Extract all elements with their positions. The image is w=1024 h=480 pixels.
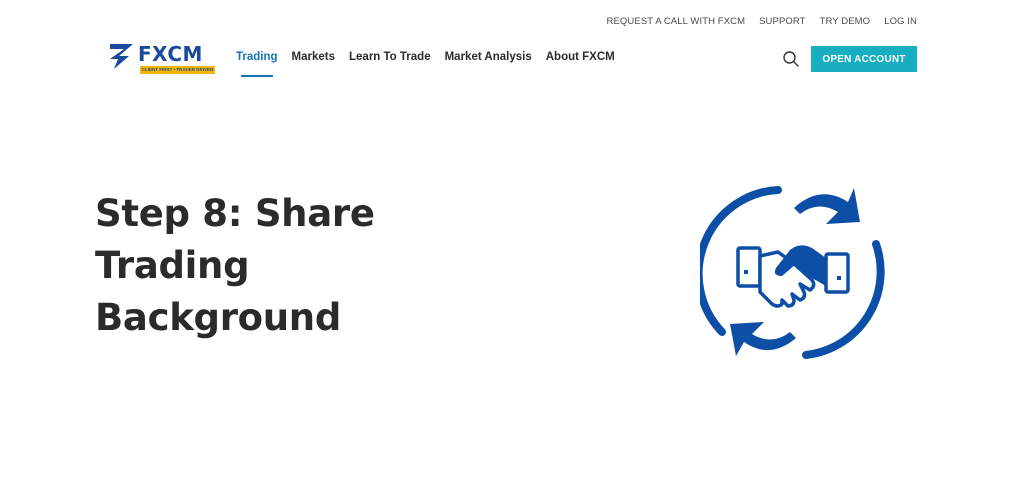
search-icon xyxy=(783,51,799,67)
open-account-button[interactable]: OPEN ACCOUNT xyxy=(811,46,917,72)
try-demo-link[interactable]: TRY DEMO xyxy=(820,16,871,27)
request-call-link[interactable]: REQUEST A CALL WITH FXCM xyxy=(607,16,746,27)
handshake-exchange-icon xyxy=(700,186,885,359)
log-in-link[interactable]: LOG IN xyxy=(884,16,917,27)
fxcm-logo[interactable]: FXCM CLIENT FIRST • TRADER DRIVEN xyxy=(107,41,217,75)
nav-item-trading[interactable]: Trading xyxy=(236,51,278,77)
logo-tagline: CLIENT FIRST • TRADER DRIVEN xyxy=(140,66,215,74)
nav-item-learn-to-trade[interactable]: Learn To Trade xyxy=(349,51,431,63)
search-button[interactable] xyxy=(782,50,800,68)
fxcm-logo-mark-icon xyxy=(110,44,133,69)
page: REQUEST A CALL WITH FXCM SUPPORT TRY DEM… xyxy=(0,0,1024,480)
nav-item-about-fxcm[interactable]: About FXCM xyxy=(546,51,615,63)
nav-item-markets[interactable]: Markets xyxy=(292,51,335,63)
utility-nav: REQUEST A CALL WITH FXCM SUPPORT TRY DEM… xyxy=(607,16,917,27)
nav-item-market-analysis[interactable]: Market Analysis xyxy=(445,51,532,63)
main-nav: Trading Markets Learn To Trade Market An… xyxy=(236,51,615,77)
page-title: Step 8: Share Trading Background xyxy=(95,192,375,339)
support-link[interactable]: SUPPORT xyxy=(759,16,805,27)
logo-text: FXCM xyxy=(138,42,203,66)
